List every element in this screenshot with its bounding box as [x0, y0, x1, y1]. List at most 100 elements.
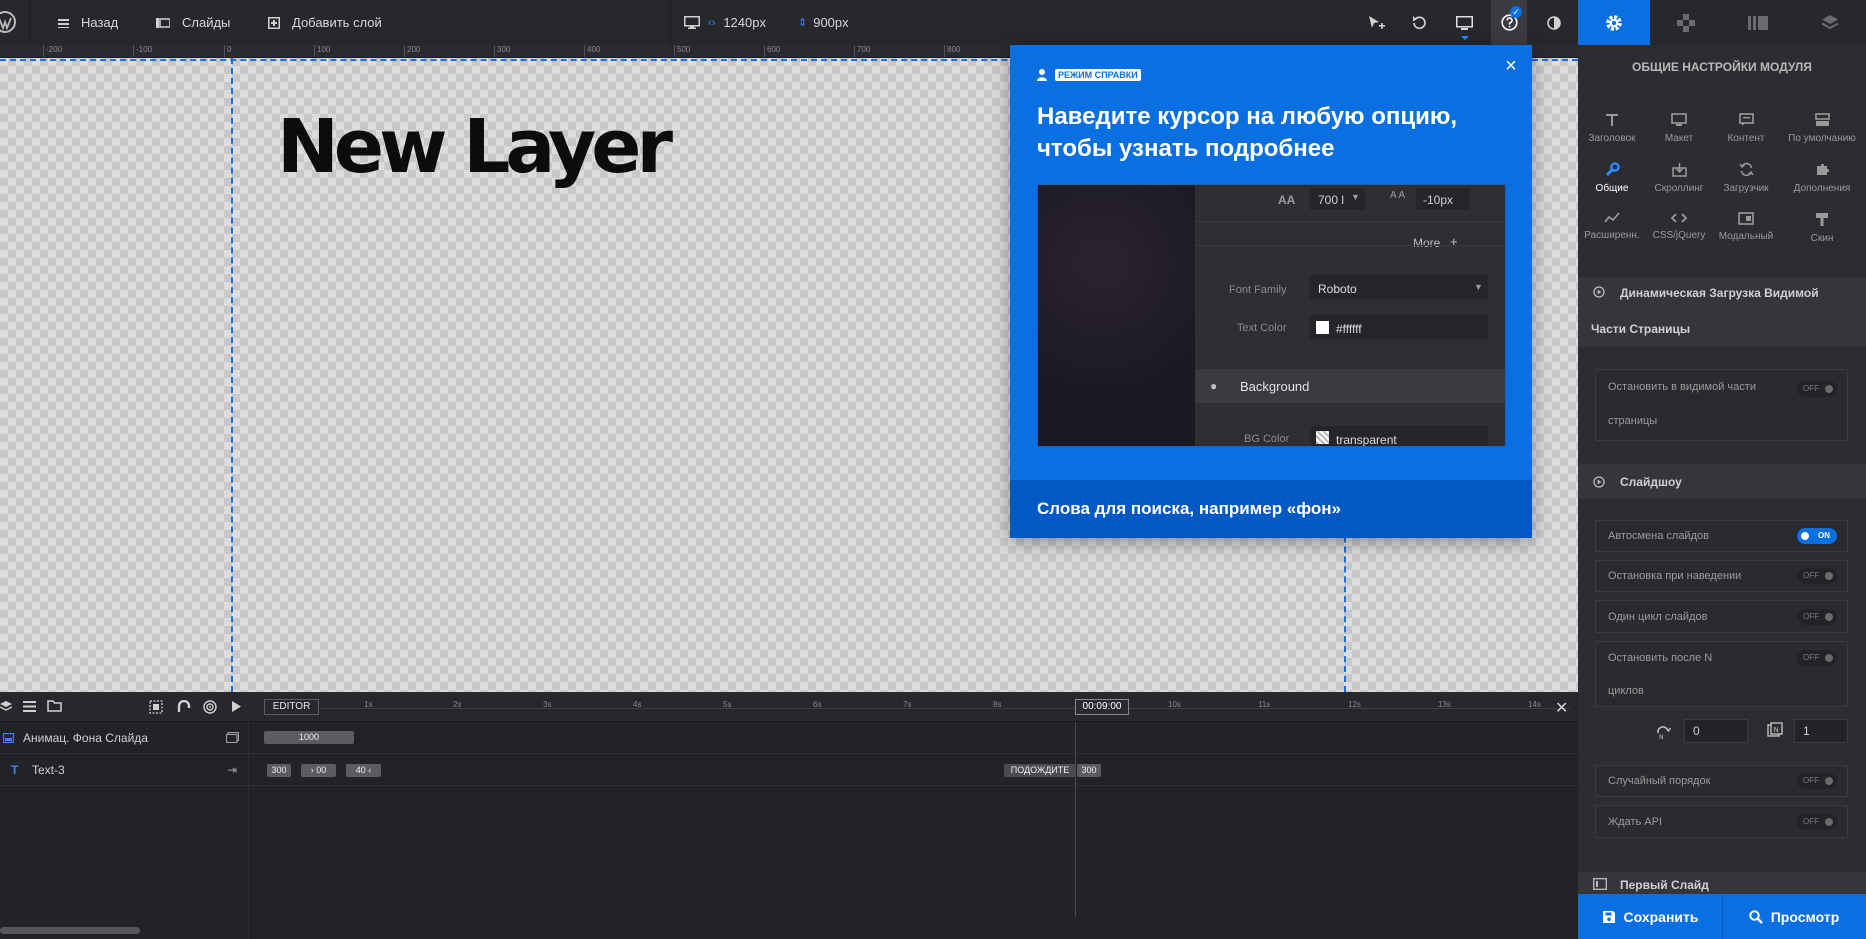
stop-after-loops-input[interactable]: 0	[1684, 719, 1748, 743]
close-icon[interactable]: ✕	[1555, 698, 1568, 718]
category-addons[interactable]: Дополнения	[1780, 162, 1864, 194]
text-layer[interactable]: New Layer	[277, 104, 673, 190]
contrast-icon[interactable]	[1536, 0, 1572, 45]
help-example-screenshot: AA 700 l ▼ A A -10px More + Font Family …	[1037, 184, 1506, 447]
height-arrows-icon: ⇕	[798, 17, 808, 29]
category-defaults[interactable]: По умолчанию	[1780, 113, 1864, 144]
magnet-icon[interactable]	[177, 700, 191, 714]
defaults-icon	[1814, 113, 1830, 126]
add-layer-button[interactable]: Добавить слой	[268, 0, 382, 45]
chart-line-icon	[1604, 212, 1620, 223]
toggle-stop-in-viewport[interactable]: OFF	[1797, 381, 1837, 397]
category-layout[interactable]: Макет	[1646, 113, 1712, 144]
category-loader[interactable]: Загрузчик	[1713, 162, 1779, 194]
timeline-row-text-3[interactable]: T Text-3 ⇥ 300 › 00 40 ‹ ПОДОЖДИТЕ 300	[0, 754, 1578, 786]
loop-count-icon: N	[1655, 724, 1671, 740]
grid-select-icon[interactable]	[149, 700, 163, 714]
wordpress-logo-icon[interactable]	[0, 11, 18, 33]
category-scrolling[interactable]: Скроллинг	[1646, 162, 1712, 194]
section-first-slide[interactable]: Первый Слайд	[1578, 872, 1866, 894]
layers-icon	[1821, 14, 1839, 29]
out-duration-chip[interactable]: 300	[1077, 764, 1101, 777]
help-mode-button[interactable]: ✓	[1491, 0, 1527, 45]
ruler-tick: 400	[584, 45, 600, 57]
tab-slides[interactable]	[1722, 0, 1794, 45]
modal-icon	[1738, 212, 1754, 225]
help-search-bar[interactable]: Слова для поиска, например «фон»	[1010, 480, 1532, 538]
first-slide-icon	[1593, 878, 1607, 890]
play-circle-icon	[1593, 476, 1605, 488]
editor-marker[interactable]: EDITOR	[264, 699, 319, 715]
device-desktop-indicator[interactable]: ‹› 1240px	[684, 0, 766, 45]
ruler-tick: -200	[43, 45, 62, 57]
timeline-panel: EDITOR 1s 2s 3s 4s 5s 6s 7s 8s 9s 10s 11…	[0, 692, 1578, 939]
tab-layers[interactable]	[1794, 0, 1866, 45]
gallery-icon[interactable]	[226, 732, 239, 743]
option-wait-api: Ждать API OFF	[1595, 805, 1848, 838]
plus-icon: +	[1450, 234, 1458, 249]
slides-icon	[156, 17, 170, 28]
cursor-plus-icon[interactable]	[1358, 0, 1394, 45]
letter-spacing-icon: A A	[1390, 190, 1406, 201]
category-skin[interactable]: Скин	[1780, 212, 1864, 244]
width-value[interactable]: 1240px	[723, 15, 766, 30]
current-time-indicator[interactable]: 00:09:00	[1075, 699, 1129, 715]
search-icon	[1749, 909, 1763, 924]
timeline-header: EDITOR 1s 2s 3s 4s 5s 6s 7s 8s 9s 10s 11…	[0, 692, 1578, 722]
toggle-pause-on-hover[interactable]: OFF	[1797, 568, 1837, 584]
height-value[interactable]: 900px	[813, 15, 848, 30]
horizontal-scrollbar[interactable]	[0, 927, 140, 934]
stop-at-slide-input[interactable]: 1	[1794, 719, 1848, 743]
category-content[interactable]: Контент	[1713, 113, 1779, 144]
height-indicator[interactable]: ⇕ 900px	[798, 0, 849, 45]
floppy-icon	[1602, 910, 1615, 923]
palette-icon: ●	[1210, 379, 1218, 393]
folder-icon[interactable]	[47, 700, 62, 712]
save-button[interactable]: Сохранить	[1578, 894, 1722, 939]
wait-chip[interactable]: ПОДОЖДИТЕ	[1004, 764, 1076, 777]
tab-navigation[interactable]	[1650, 0, 1722, 45]
category-css-jquery[interactable]: CSS/jQuery	[1646, 212, 1712, 241]
in-delay-chip[interactable]: › 00	[301, 764, 336, 777]
ruler-tick: 700	[854, 45, 870, 57]
svg-text:N: N	[1774, 726, 1779, 734]
category-title[interactable]: Заголовок	[1579, 113, 1645, 144]
section-lazy-load[interactable]: Динамическая Загрузка Видимой Части Стра…	[1578, 277, 1866, 347]
transparent-swatch	[1316, 431, 1329, 444]
slide-number-icon: N	[1767, 722, 1783, 738]
category-general[interactable]: Общие	[1579, 162, 1645, 194]
transition-duration-chip[interactable]: 1000	[264, 731, 354, 744]
list-icon[interactable]	[23, 701, 36, 712]
arrow-to-end-icon[interactable]: ⇥	[227, 763, 237, 777]
category-advanced[interactable]: Расширенн.	[1579, 212, 1645, 241]
back-button[interactable]: Назад	[58, 0, 118, 45]
slides-icon	[1748, 15, 1768, 30]
toggle-autoplay[interactable]: ON	[1797, 528, 1837, 544]
width-arrows-icon: ‹›	[708, 16, 716, 29]
toggle-one-loop[interactable]: OFF	[1797, 609, 1837, 625]
section-slideshow[interactable]: Слайдшоу	[1578, 464, 1866, 499]
slides-button[interactable]: Слайды	[156, 0, 230, 45]
target-icon[interactable]	[203, 700, 217, 714]
toggle-random-order[interactable]: OFF	[1797, 773, 1837, 789]
in-duration-chip[interactable]: 300	[267, 764, 291, 777]
category-modal[interactable]: Модальный	[1713, 212, 1779, 242]
ruler-tick: 600	[764, 45, 780, 57]
panel-footer: Сохранить Просмотр	[1578, 894, 1866, 939]
layers-icon[interactable]	[0, 700, 12, 713]
desktop-view-icon[interactable]	[1446, 0, 1482, 45]
in-split-chip[interactable]: 40 ‹	[346, 764, 381, 777]
tab-module-settings[interactable]	[1578, 0, 1650, 45]
close-icon[interactable]: ×	[1502, 56, 1520, 76]
play-icon[interactable]	[231, 701, 241, 712]
option-random-order: Случайный порядок OFF	[1595, 765, 1848, 797]
timeline-row-background[interactable]: Анимац. Фона Слайда 1000	[0, 722, 1578, 754]
toggle-wait-api[interactable]: OFF	[1797, 814, 1837, 830]
canvas-guide-left	[231, 58, 233, 692]
image-icon	[3, 733, 14, 743]
toggle-stop-after-loops[interactable]: OFF	[1797, 650, 1837, 666]
brush-icon	[1816, 213, 1828, 226]
undo-icon[interactable]	[1401, 0, 1437, 45]
preview-button[interactable]: Просмотр	[1722, 894, 1866, 939]
svg-text:N: N	[1659, 734, 1664, 740]
